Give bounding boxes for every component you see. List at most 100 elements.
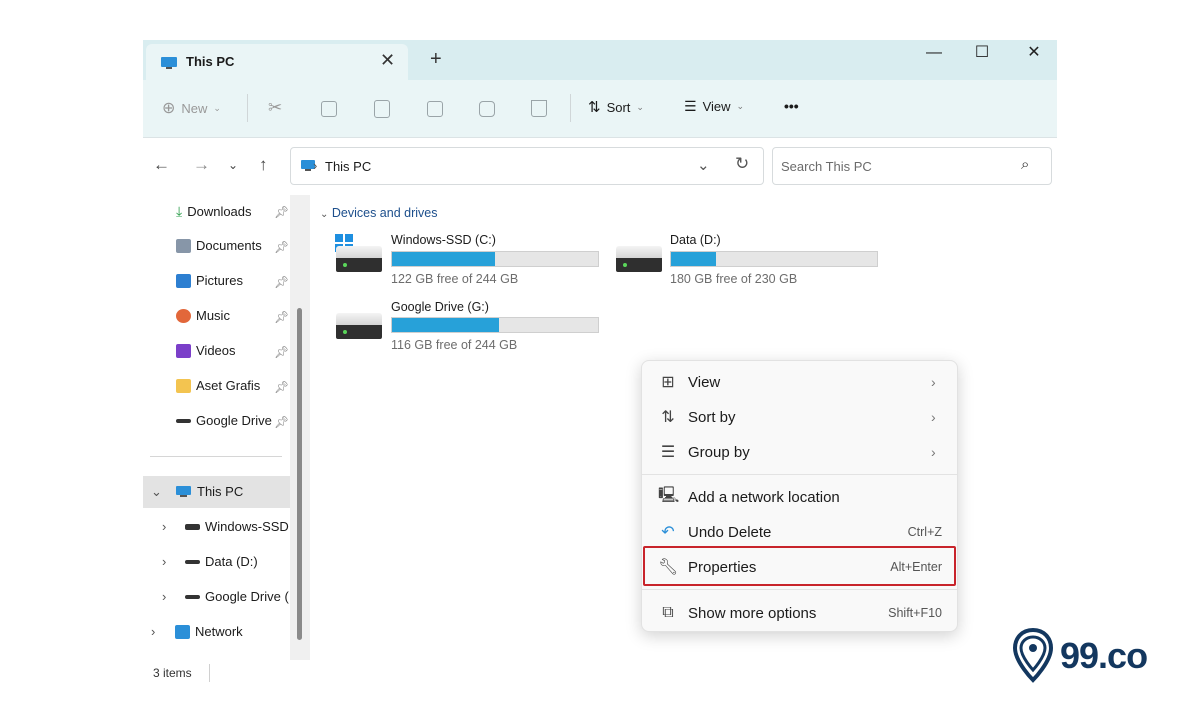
expand-chevron-down-icon[interactable]: ⌄	[151, 484, 162, 500]
menu-divider	[642, 474, 957, 475]
menu-item-label: View	[688, 373, 721, 391]
tab-close-icon[interactable]: ✕	[380, 50, 395, 71]
menu-item-sort-by[interactable]: ⇅ Sort by ›	[642, 400, 959, 434]
address-dropdown-chevron-icon[interactable]: ⌄	[697, 156, 710, 174]
new-button[interactable]: ⊕ New ⌄	[162, 98, 221, 118]
hard-drive-icon	[616, 246, 662, 272]
sidebar-item-aset-grafis[interactable]: Aset Grafis	[176, 378, 260, 393]
sidebar-scrollbar-thumb[interactable]	[297, 308, 302, 640]
pin-icon[interactable]: 📌︎	[274, 240, 289, 254]
sidebar-item-music[interactable]: Music	[176, 308, 230, 323]
menu-divider	[642, 589, 957, 590]
undo-icon: ↶	[661, 524, 675, 541]
drive-free-space: 180 GB free of 230 GB	[670, 272, 798, 286]
pin-icon[interactable]: 📌︎	[274, 380, 289, 394]
pin-icon[interactable]: 📌︎	[274, 345, 289, 359]
refresh-icon[interactable]: ↻	[735, 154, 749, 174]
pin-icon[interactable]: 📌︎	[274, 275, 289, 289]
pin-icon[interactable]: 📌︎	[274, 415, 289, 429]
back-arrow-icon[interactable]: ←	[153, 155, 170, 175]
breadcrumb-this-pc[interactable]: This PC	[325, 159, 371, 174]
minimize-button[interactable]: —	[910, 40, 958, 70]
tree-label: Network	[195, 624, 243, 639]
drive-tile-c[interactable]: Windows-SSD (C:) 122 GB free of 244 GB	[332, 232, 602, 288]
sidebar-item-downloads[interactable]: ⤓ Downloads	[176, 203, 252, 220]
breadcrumb-separator: ›	[313, 158, 318, 173]
new-tab-button[interactable]: +	[430, 48, 442, 71]
maximize-button[interactable]: ☐	[958, 40, 1006, 70]
share-icon[interactable]	[479, 101, 495, 117]
tree-item-google-drive[interactable]: Google Drive (	[185, 589, 289, 604]
search-icon: ⌕	[1021, 156, 1030, 173]
menu-item-group-by[interactable]: ☰ Group by ›	[642, 435, 959, 469]
drive-free-space: 116 GB free of 244 GB	[391, 338, 518, 352]
expand-chevron-right-icon[interactable]: ›	[151, 624, 155, 639]
drive-tile-g[interactable]: Google Drive (G:) 116 GB free of 244 GB	[332, 299, 602, 355]
recent-locations-chevron-icon[interactable]: ⌄	[228, 158, 238, 172]
sort-button[interactable]: ⇅ Sort ⌄	[588, 98, 644, 116]
sidebar-item-label: Pictures	[196, 273, 243, 288]
expand-chevron-right-icon[interactable]: ›	[162, 589, 166, 604]
tree-item-data-d[interactable]: Data (D:)	[185, 554, 258, 569]
menu-item-add-network-location[interactable]: 🖳︎ Add a network location	[642, 480, 959, 514]
copy-icon[interactable]	[321, 101, 337, 117]
group-icon: ☰	[660, 444, 676, 461]
drive-icon	[185, 594, 200, 599]
group-header-devices[interactable]: ⌄ Devices and drives	[320, 206, 437, 220]
delete-icon[interactable]	[531, 100, 547, 117]
forward-arrow-icon[interactable]: →	[193, 155, 210, 175]
tree-label: Windows-SSD	[205, 519, 289, 534]
context-menu: ⊞ View › ⇅ Sort by › ☰ Group by › 🖳︎ Add…	[641, 360, 958, 632]
tree-label: This PC	[197, 484, 244, 499]
chevron-right-icon: ›	[931, 444, 936, 460]
sidebar-item-pictures[interactable]: Pictures	[176, 273, 243, 288]
close-window-button[interactable]: ✕	[1010, 40, 1058, 70]
menu-shortcut: Shift+F10	[888, 606, 942, 620]
view-label: View	[702, 99, 731, 114]
tree-label: Google Drive (	[205, 589, 289, 604]
tree-label: Data (D:)	[205, 554, 258, 569]
menu-item-label: Show more options	[688, 604, 817, 622]
sidebar-item-documents[interactable]: Documents	[176, 238, 262, 253]
menu-item-show-more-options[interactable]: ⧉ Show more options Shift+F10	[642, 596, 959, 630]
sidebar-item-label: Downloads	[187, 204, 252, 219]
paste-icon[interactable]	[374, 100, 390, 118]
cut-icon[interactable]: ✂	[268, 98, 282, 118]
expand-chevron-right-icon[interactable]: ›	[162, 519, 166, 534]
search-input[interactable]: Search This PC ⌕	[772, 147, 1052, 185]
sidebar-item-google-drive[interactable]: Google Drive	[176, 413, 272, 428]
drive-usage-bar	[670, 251, 878, 267]
folder-icon	[176, 378, 191, 393]
pin-icon[interactable]: 📌︎	[274, 310, 289, 324]
address-bar[interactable]: › This PC ⌄ ↻	[290, 147, 764, 185]
status-divider	[209, 664, 210, 682]
view-icon: ☰	[684, 98, 697, 114]
up-arrow-icon[interactable]: ↑	[259, 155, 268, 175]
sidebar-item-this-pc[interactable]: This PC	[175, 484, 243, 499]
tree-item-windows-ssd[interactable]: Windows-SSD	[185, 519, 289, 534]
chevron-down-icon: ⌄	[636, 101, 644, 112]
chevron-right-icon: ›	[931, 374, 936, 390]
more-options-button[interactable]: •••	[784, 98, 799, 114]
tab-this-pc[interactable]: This PC ✕	[146, 44, 408, 80]
chevron-down-icon: ⌄	[736, 101, 745, 111]
menu-item-view[interactable]: ⊞ View ›	[642, 365, 959, 399]
tab-title: This PC	[186, 54, 235, 69]
pin-icon[interactable]: 📌︎	[274, 205, 289, 219]
properties-highlight-box	[643, 546, 956, 586]
view-grid-icon: ⊞	[661, 374, 675, 391]
sidebar-item-videos[interactable]: Videos	[176, 343, 236, 358]
chevron-right-icon: ›	[931, 409, 936, 425]
expand-chevron-right-icon[interactable]: ›	[162, 554, 166, 569]
sidebar-item-network[interactable]: Network	[175, 624, 243, 639]
menu-item-label: Sort by	[688, 408, 736, 426]
view-button[interactable]: ☰ View ⌄	[684, 98, 744, 115]
brand-logo: 99.co	[1012, 628, 1148, 684]
drive-icon	[185, 559, 200, 564]
menu-item-undo-delete[interactable]: ↶ Undo Delete Ctrl+Z	[642, 515, 959, 549]
rename-icon[interactable]	[427, 101, 443, 117]
hard-drive-icon	[336, 313, 382, 339]
drive-tile-d[interactable]: Data (D:) 180 GB free of 230 GB	[612, 232, 882, 288]
location-pin-logo-icon	[1012, 628, 1054, 683]
plus-circle-icon: ⊕	[162, 100, 176, 117]
